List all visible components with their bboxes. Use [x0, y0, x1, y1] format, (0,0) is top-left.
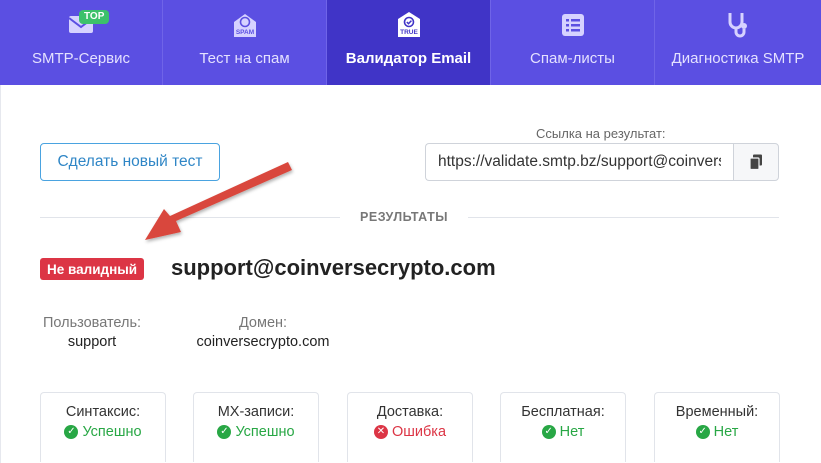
svg-text:TRUE: TRUE [400, 29, 418, 36]
domain-label: Домен: [238, 315, 288, 331]
check-status: ✓ Успешно [41, 424, 165, 440]
top-nav: TOP SMTP-Сервис SPAM Тест на спам TRUE В… [0, 0, 821, 85]
tab-spam-test[interactable]: SPAM Тест на спам [163, 0, 327, 85]
top-badge: TOP [79, 10, 110, 24]
check-status: ✕ Ошибка [348, 424, 472, 440]
copy-button[interactable] [733, 143, 779, 181]
check-label: Доставка: [376, 404, 444, 420]
tab-smtp-service[interactable]: TOP SMTP-Сервис [0, 0, 163, 85]
check-value: Успешно [235, 424, 295, 440]
check-label: Временный: [675, 404, 759, 420]
check-status: ✓ Нет [655, 424, 779, 440]
check-status: ✓ Успешно [194, 424, 318, 440]
svg-text:SPAM: SPAM [235, 29, 253, 36]
domain-info: Домен: coinversecrypto.com [192, 315, 334, 350]
check-label: MX-записи: [217, 404, 295, 420]
tab-label: Спам-листы [530, 50, 615, 67]
result-link-input[interactable] [425, 143, 733, 181]
tab-label: Диагностика SMTP [671, 50, 805, 67]
user-info: Пользователь: support [40, 315, 144, 350]
user-value: support [67, 334, 117, 350]
tab-spam-lists[interactable]: Спам-листы [491, 0, 655, 85]
check-card-free: Бесплатная: ✓ Нет [500, 392, 626, 462]
tab-smtp-diagnostics[interactable]: Диагностика SMTP [655, 0, 821, 85]
spam-envelope-icon: SPAM [233, 14, 256, 37]
check-value: Ошибка [391, 424, 447, 440]
tab-label: SMTP-Сервис [31, 50, 131, 67]
check-circle-icon: ✓ [695, 425, 710, 439]
check-label: Синтаксис: [65, 404, 141, 420]
check-value: Нет [713, 424, 739, 440]
domain-value: coinversecrypto.com [196, 334, 330, 350]
divider [468, 217, 779, 218]
check-card-mx: MX-записи: ✓ Успешно [193, 392, 319, 462]
tab-label: Тест на спам [199, 50, 290, 67]
section-title: РЕЗУЛЬТАТЫ [360, 210, 448, 224]
check-status: ✓ Нет [501, 424, 625, 440]
true-shield-icon: TRUE [397, 12, 420, 37]
check-circle-icon: ✓ [217, 425, 232, 439]
check-circle-icon: ✓ [541, 425, 556, 439]
user-label: Пользователь: [42, 315, 142, 331]
list-icon [561, 14, 584, 36]
check-value: Нет [559, 424, 585, 440]
copy-icon [749, 154, 762, 170]
divider [40, 217, 340, 218]
check-label: Бесплатная: [521, 404, 605, 420]
new-test-button[interactable]: Сделать новый тест [40, 143, 220, 181]
check-card-temporary: Временный: ✓ Нет [654, 392, 780, 462]
email-address: support@coinversecrypto.com [171, 255, 496, 280]
tab-email-validator[interactable]: TRUE Валидатор Email [327, 0, 491, 85]
check-circle-icon: ✓ [64, 425, 79, 439]
check-card-delivery: Доставка: ✕ Ошибка [347, 392, 473, 462]
stethoscope-icon [728, 13, 747, 38]
check-value: Успешно [82, 424, 142, 440]
status-badge: Не валидный [40, 258, 145, 280]
error-circle-icon: ✕ [373, 425, 388, 439]
check-card-syntax: Синтаксис: ✓ Успешно [40, 392, 166, 462]
result-link-label: Ссылка на результат: [536, 126, 666, 141]
tab-label: Валидатор Email [345, 50, 472, 67]
